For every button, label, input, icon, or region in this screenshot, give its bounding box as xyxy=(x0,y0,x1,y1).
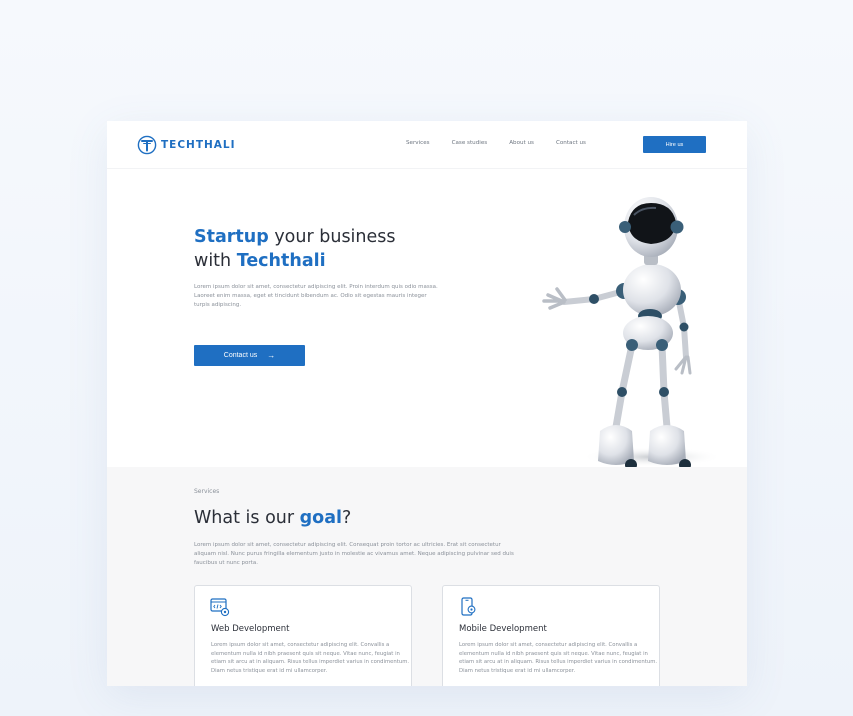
navbar: TECHTHALI Services Case studies About us… xyxy=(107,121,747,169)
service-card-mobile-development[interactable]: Mobile Development Lorem ipsum dolor sit… xyxy=(442,585,660,686)
hero-title-highlight-startup: Startup xyxy=(194,227,269,247)
brand-name: TECHTHALI xyxy=(161,139,236,151)
card-text: Lorem ipsum dolor sit amet, consectetur … xyxy=(211,642,410,674)
services-eyebrow: Services xyxy=(194,488,220,495)
services-title-end: ? xyxy=(342,508,352,528)
techthali-logo-icon xyxy=(137,135,157,155)
services-title-highlight: goal xyxy=(299,508,343,528)
robot-illustration xyxy=(542,197,722,471)
contact-us-button[interactable]: Contact us → xyxy=(194,345,305,366)
services-description: Lorem ipsum dolor sit amet, consectetur … xyxy=(194,542,514,566)
landing-page: TECHTHALI Services Case studies About us… xyxy=(107,121,747,686)
nav-link-contact-us[interactable]: Contact us xyxy=(556,140,586,146)
hero-description: Lorem ipsum dolor sit amet, consectetur … xyxy=(194,284,438,308)
card-title: Mobile Development xyxy=(459,624,547,634)
services-title-part: What is our xyxy=(194,508,300,528)
contact-us-label: Contact us xyxy=(223,352,258,359)
hero-title-part-1: your business xyxy=(268,227,396,247)
arrow-right-icon: → xyxy=(267,351,276,360)
nav-links: Services Case studies About us Contact u… xyxy=(406,140,608,146)
mobile-settings-icon xyxy=(461,597,476,616)
hero-title: Startup your business with Techthali xyxy=(194,225,454,273)
nav-link-about-us[interactable]: About us xyxy=(509,140,534,146)
brand-logo[interactable]: TECHTHALI xyxy=(137,135,236,155)
web-code-icon xyxy=(210,598,230,617)
service-card-web-development[interactable]: Web Development Lorem ipsum dolor sit am… xyxy=(194,585,412,686)
hire-us-button[interactable]: Hire us xyxy=(643,136,706,153)
hero-title-highlight-techthali: Techthali xyxy=(236,251,326,271)
card-text: Lorem ipsum dolor sit amet, consectetur … xyxy=(459,642,658,674)
nav-link-services[interactable]: Services xyxy=(406,140,430,146)
hero-title-part-2: with xyxy=(194,251,237,271)
nav-link-case-studies[interactable]: Case studies xyxy=(452,140,488,146)
services-title: What is our goal? xyxy=(194,508,351,528)
services-section: Services What is our goal? Lorem ipsum d… xyxy=(107,467,747,686)
card-title: Web Development xyxy=(211,624,290,634)
